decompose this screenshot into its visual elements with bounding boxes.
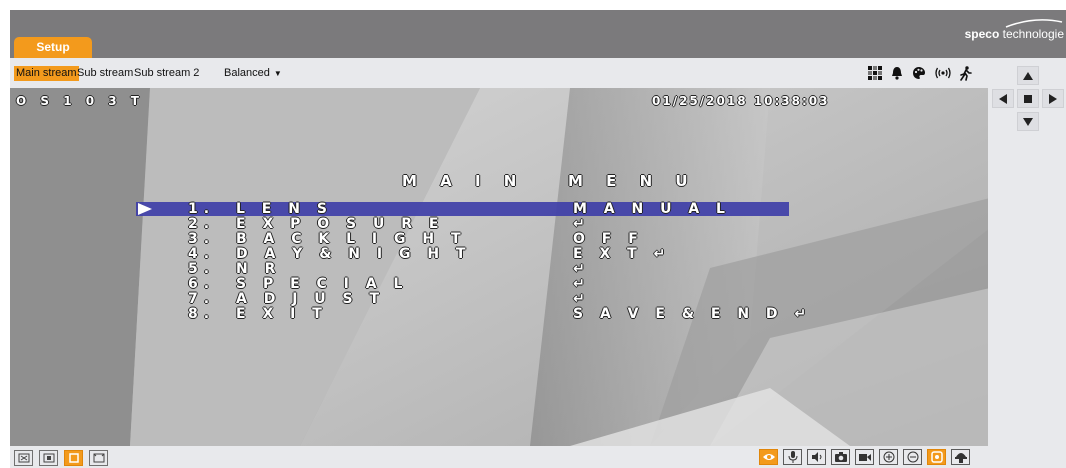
ptz-down-button[interactable] — [1017, 112, 1039, 131]
dome-camera-button[interactable] — [951, 449, 970, 465]
ptz-stop-button[interactable] — [1017, 89, 1039, 108]
palette-icon[interactable] — [912, 66, 926, 80]
speaker-button[interactable] — [807, 449, 826, 465]
osd-item-value: E X T ↵ — [573, 246, 672, 262]
osd-item-number: 3. — [188, 231, 216, 247]
osd-datetime: 01/25/2018 10:38:03 — [652, 94, 830, 108]
osd-item-number: 6. — [188, 276, 216, 292]
osd-item-value: ↵ — [573, 261, 591, 277]
osd-item-label: E X P O S U R E — [236, 216, 445, 232]
tab-sub-stream-2[interactable]: Sub stream 2 — [134, 66, 199, 81]
header-bar: Setup speco technologie — [10, 10, 1066, 58]
brand-logo: speco technologie — [965, 27, 1064, 41]
window-mode-icon — [68, 453, 79, 463]
arrow-right-icon — [1049, 93, 1057, 104]
osd-item-number: 7. — [188, 291, 216, 307]
osd-item-number: 5. — [188, 261, 216, 277]
osd-item-number: 1. — [188, 201, 216, 217]
osd-item-label: B A C K L I G H T — [236, 231, 467, 247]
osd-item-value: O F F — [573, 231, 644, 247]
toolbar-icons — [868, 64, 972, 82]
speaker-icon — [811, 452, 821, 462]
zoom-in-button[interactable] — [879, 449, 898, 465]
fit-window-icon — [18, 453, 29, 463]
stop-icon — [1024, 94, 1032, 103]
zoom-out-button[interactable] — [903, 449, 922, 465]
live-controls-group — [759, 449, 970, 465]
fit-window-button[interactable] — [14, 450, 33, 466]
osd-item-value: S A V E & E N D ↵ — [573, 306, 813, 322]
tab-main-stream[interactable]: Main stream — [14, 66, 79, 81]
record-button[interactable] — [855, 449, 874, 465]
running-person-icon[interactable] — [960, 65, 972, 81]
microphone-button[interactable] — [783, 449, 802, 465]
microphone-icon — [788, 451, 797, 463]
osd-item-number: 2. — [188, 216, 216, 232]
osd-menu-title: M A I N M E N U — [402, 172, 697, 190]
video-feed[interactable]: O S 1 0 3 T 01/25/2018 10:38:03 M A I N … — [10, 88, 988, 446]
eye-button[interactable] — [759, 449, 778, 465]
osd-item-value: ↵ — [573, 216, 591, 232]
record-icon — [858, 454, 871, 461]
chevron-down-icon: ▼ — [273, 69, 282, 78]
fullscreen-button[interactable] — [89, 450, 108, 466]
quality-select-value: Balanced — [224, 67, 270, 79]
mosaic-icon[interactable] — [868, 66, 882, 80]
osd-item-label: D A Y & N I G H T — [236, 246, 472, 262]
original-size-button[interactable] — [39, 450, 58, 466]
dome-camera-icon — [954, 452, 967, 463]
osd-camera-id: O S 1 0 3 T — [16, 94, 144, 108]
zoom-in-icon — [883, 451, 894, 463]
ptz-left-button[interactable] — [992, 89, 1014, 108]
ptz-control-icon — [930, 451, 943, 463]
tab-sub-stream[interactable]: Sub stream — [77, 66, 133, 81]
osd-item-label: S P E C I A L — [236, 276, 409, 292]
osd-item-value: ↵ — [573, 291, 591, 307]
ptz-up-button[interactable] — [1017, 66, 1039, 85]
arrow-up-icon — [1023, 71, 1033, 80]
zoom-out-icon — [907, 451, 918, 463]
osd-item-number: 4. — [188, 246, 216, 262]
brand-name-bold: speco — [964, 27, 1000, 41]
ptz-right-button[interactable] — [1042, 89, 1064, 108]
eye-icon — [762, 454, 775, 460]
brand-name-rest: technologie — [999, 27, 1064, 41]
wireless-signal-icon[interactable] — [935, 67, 951, 79]
snapshot-button[interactable] — [831, 449, 850, 465]
arrow-left-icon — [999, 93, 1007, 104]
ptz-panel — [988, 58, 1066, 468]
bottom-toolbar — [10, 446, 988, 468]
quality-select[interactable]: Balanced ▼ — [224, 66, 282, 81]
fullscreen-icon — [93, 453, 104, 463]
osd-item-value: M A N U A L — [573, 201, 731, 217]
osd-item-number: 8. — [188, 306, 216, 322]
original-size-icon — [43, 453, 54, 463]
osd-item-label: E X I T — [236, 306, 328, 322]
osd-item-label: A D J U S T — [236, 291, 386, 307]
view-mode-group — [14, 450, 108, 466]
camera-scene-image — [10, 88, 988, 446]
snapshot-icon — [834, 452, 847, 462]
osd-item-label: L E N S — [236, 201, 333, 217]
bell-icon[interactable] — [891, 66, 903, 80]
stream-toolbar: Main stream Sub stream Sub stream 2 Bala… — [10, 58, 988, 88]
ptz-control-button[interactable] — [927, 449, 946, 465]
osd-cursor-arrow-icon — [138, 203, 152, 215]
arrow-down-icon — [1023, 117, 1033, 126]
osd-item-label: N R — [236, 261, 282, 277]
window-mode-button[interactable] — [64, 450, 83, 466]
tab-setup[interactable]: Setup — [14, 37, 92, 58]
osd-item-value: ↵ — [573, 276, 591, 292]
